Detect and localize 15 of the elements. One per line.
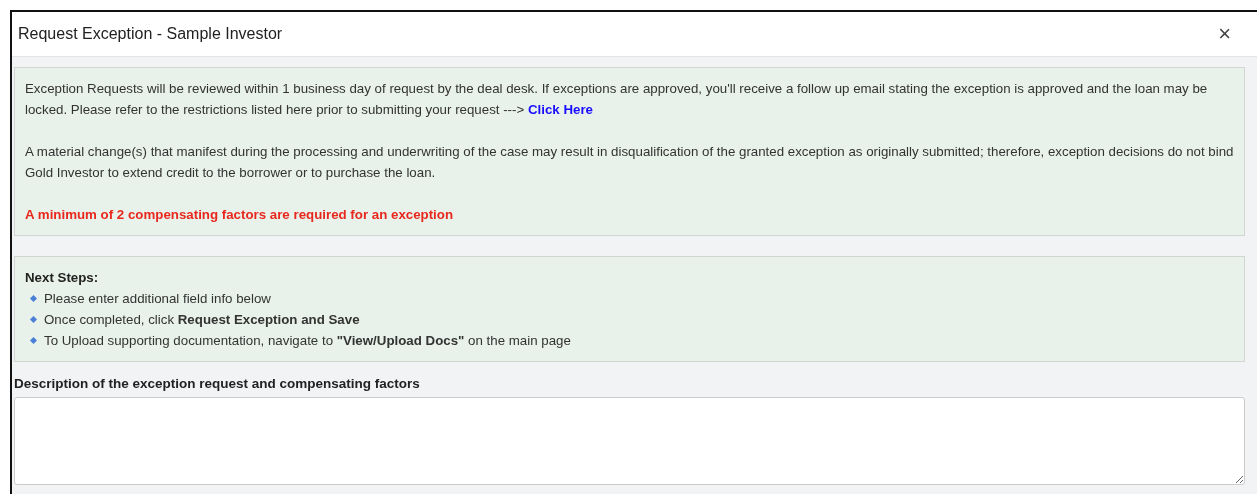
disclaimer-text: A material change(s) that manifest during the processing and underwriting of the case may result in disqualification of the granted exception as originally submitted; therefore, exception decisions do not bind Gold Investor to extend credit to the borrower or to purchase the loan. [25,143,1234,182]
description-label: Description of the exception request and compensating factors [14,376,421,391]
close-button[interactable]: × [1214,23,1235,45]
notice-text: Exception Requests will be reviewed within 1 business day of request by the deal desk. If exceptions are approved, you'll receive a follow up email stating the exception is approved and the loan may be locked. Please refer to the restrictions listed here prior to submitting your request ---> Click Here [25,80,1209,119]
next-steps-heading: Next Steps: [25,269,100,287]
warning-text: A minimum of 2 compensating factors are required for an exception [25,206,455,224]
click-here-link[interactable]: Click Here [527,102,593,117]
description-field[interactable] [14,397,1245,485]
step-text: Once completed, click Request Exception and Save [44,311,360,329]
step-text: To Upload supporting documentation, navigate to "View/Upload Docs" on the main page [44,332,571,350]
dialog-title: Request Exception - Sample Investor [18,25,283,43]
bullet-icon [29,315,38,324]
bullet-icon [29,336,38,345]
step-text: Please enter additional field info below [44,290,271,308]
bullet-icon [29,294,38,303]
